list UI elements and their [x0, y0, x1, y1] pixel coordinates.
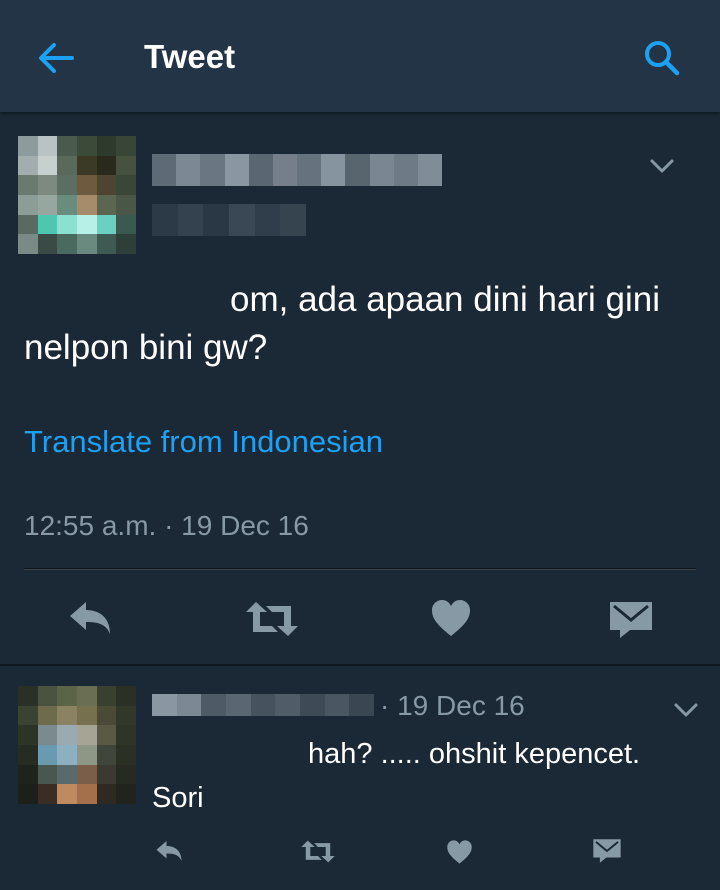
tweet-timestamp: 12:55 a.m. · 19 Dec 16 [24, 510, 309, 541]
tweet-menu-button[interactable] [648, 156, 676, 176]
reply-text: hah? ..... ohshit kepencet. Sori [152, 732, 692, 820]
back-arrow-icon [39, 43, 74, 73]
tweet-author-avatar[interactable] [18, 136, 136, 254]
reply-reply-button[interactable] [154, 838, 184, 869]
retweet-icon [246, 602, 298, 636]
reply-retweet-button[interactable] [300, 838, 336, 870]
reply-author-avatar[interactable] [18, 686, 136, 804]
search-icon [645, 41, 680, 76]
direct-message-icon [593, 839, 621, 863]
chevron-down-icon [674, 703, 698, 717]
reply-mention-redacted[interactable] [152, 742, 304, 764]
chevron-down-icon [650, 159, 674, 173]
reply-date: · 19 Dec 16 [380, 690, 525, 721]
tweet-text: om, ada apaan dini hari gini nelpon bini… [24, 276, 704, 372]
top-app-bar: Tweet [0, 0, 720, 112]
back-button[interactable] [34, 38, 78, 78]
like-icon [447, 840, 472, 864]
reply-like-button[interactable] [446, 839, 473, 870]
reply-icon [70, 602, 110, 634]
retweet-icon [301, 840, 335, 863]
reply-icon [156, 841, 182, 861]
divider [24, 568, 696, 570]
like-icon [432, 600, 470, 636]
like-button[interactable] [430, 598, 472, 643]
search-button[interactable] [640, 36, 684, 80]
direct-message-button[interactable] [608, 600, 654, 645]
mention-redacted[interactable] [24, 283, 220, 313]
page-title: Tweet [144, 38, 236, 75]
reply-author-name-redacted[interactable] [152, 694, 375, 716]
reply-menu-button[interactable] [672, 700, 700, 720]
author-handle-redacted[interactable] [152, 204, 307, 236]
section-separator [0, 664, 720, 666]
translate-link[interactable]: Translate from Indonesian [24, 424, 383, 460]
retweet-button[interactable] [244, 598, 300, 645]
reply-button[interactable] [66, 598, 114, 643]
reply-direct-message-button[interactable] [592, 838, 622, 869]
author-name-redacted[interactable] [152, 154, 443, 186]
direct-message-icon [610, 602, 652, 638]
